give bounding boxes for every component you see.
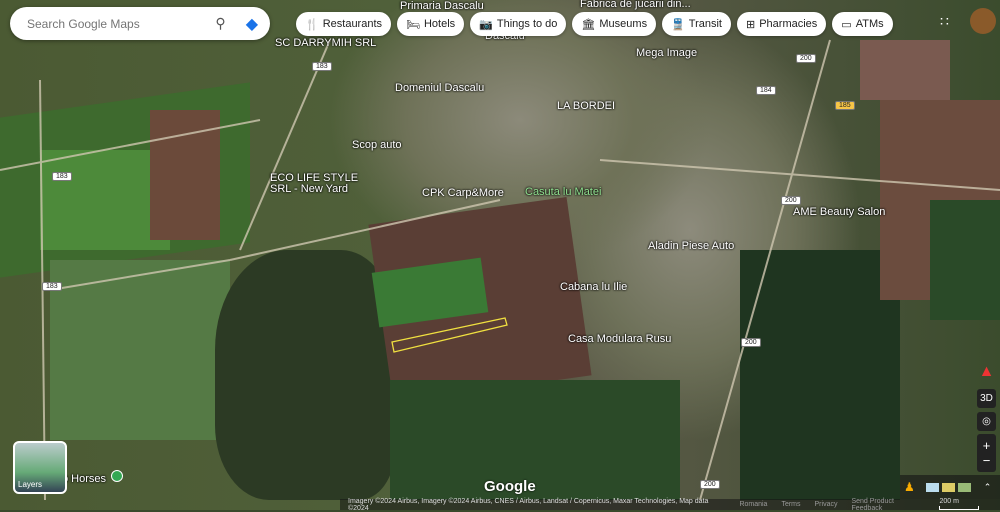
atm-icon: ▭ [841,18,852,31]
zoom-controls: + − [977,434,996,472]
pharmacy-icon: ⊞ [746,18,756,31]
scale-label: 200 m [939,497,959,505]
road-shield: 200 [781,196,801,205]
avatar[interactable] [970,8,996,34]
road-shield: 183 [52,172,72,181]
road-shield: 185 [835,101,855,110]
layer-thumb[interactable] [941,482,955,492]
road-shield: 184 [756,86,776,95]
terms-link[interactable]: Terms [781,501,800,508]
road-shield: 200 [741,338,761,347]
chip-atms[interactable]: ▭ ATMs [832,12,893,36]
chip-label: Restaurants [322,18,383,30]
place-label[interactable]: SRL - New Yard [270,183,348,195]
camera-icon: 📷 [479,18,493,31]
layer-thumb[interactable] [925,482,939,492]
zoom-out-button[interactable]: − [983,453,991,468]
chip-hotels[interactable]: 🛏 Hotels [397,12,465,36]
feedback-link[interactable]: Send Product Feedback [851,498,925,512]
chip-pharmacies[interactable]: ⊞ Pharmacies [737,12,827,36]
chip-label: Transit [688,18,722,30]
road-shield: 183 [42,282,62,291]
place-label[interactable]: Cabana lu Ilie [560,281,627,293]
drawn-area [391,317,508,353]
place-label[interactable]: LA BORDEI [557,100,615,112]
road-shield: 200 [700,480,720,489]
layers-button[interactable]: Layers [13,441,67,494]
place-label[interactable]: Casa Modulara Rusu [568,333,671,345]
place-label[interactable]: Domeniul Dascalu [395,82,484,94]
chip-label: ATMs [855,18,884,30]
place-label[interactable]: AME Beauty Salon [793,206,885,218]
layer-thumb[interactable] [957,482,971,492]
zoom-in-button[interactable]: + [983,438,991,453]
footer: Imagery ©2024 Airbus, Imagery ©2024 Airb… [340,497,1000,512]
place-label[interactable]: Casuta lu Matei [525,186,601,198]
country-link[interactable]: Romania [739,501,767,508]
chip-label: Museums [599,18,648,30]
place-label[interactable]: SC DARRYMIH SRL [275,37,376,49]
place-label[interactable]: Primaria Dascalu [400,0,484,12]
satellite-map[interactable]: Primaria Dascalu Fabrica de jucarii din.… [0,0,1000,510]
place-label[interactable]: CPK Carp&More [422,187,504,199]
place-pin-icon[interactable] [111,470,123,482]
privacy-link[interactable]: Privacy [815,501,838,508]
search-box[interactable]: ⚲ ◆ [10,7,270,40]
roads-layer [0,39,1000,501]
chip-label: Pharmacies [759,18,818,30]
chip-things-to-do[interactable]: 📷 Things to do [470,12,567,36]
pegman-icon[interactable]: ♟ [904,480,915,494]
google-logo: Google [484,478,536,495]
chip-label: Hotels [423,18,456,30]
apps-grid-icon[interactable]: ∷ [940,13,949,30]
chip-restaurants[interactable]: 🍴 Restaurants [296,12,392,36]
place-label[interactable]: Fabrica de jucarii din... [580,0,691,10]
restaurant-icon: 🍴 [305,18,319,31]
road-shield: 200 [796,54,816,63]
train-icon: 🚆 [671,18,685,31]
place-label[interactable]: o Horses [62,473,106,485]
scale-bar[interactable]: 200 m [939,498,1000,512]
chip-label: Things to do [496,18,558,30]
layers-label: Layers [18,480,43,489]
compass-icon[interactable]: ▲ [977,362,996,381]
search-icon[interactable]: ⚲ [215,15,225,32]
3d-button[interactable]: 3D [977,389,996,408]
category-chips: 🍴 Restaurants 🛏 Hotels 📷 Things to do 🏛 Muse… [296,12,893,36]
chip-museums[interactable]: 🏛 Museums [572,12,657,36]
directions-icon[interactable]: ◆ [246,14,258,34]
road-shield: 183 [312,62,332,71]
bottom-tools: ♟ ⌃ [900,475,1000,499]
place-label[interactable]: Mega Image [636,47,697,59]
hotel-icon: 🛏 [406,18,420,31]
museum-icon: 🏛 [581,18,596,31]
place-label[interactable]: Aladin Piese Auto [648,240,734,252]
place-label[interactable]: Scop auto [352,139,402,151]
attribution: Imagery ©2024 Airbus, Imagery ©2024 Airb… [348,497,709,512]
chip-transit[interactable]: 🚆 Transit [662,12,731,36]
search-input[interactable] [27,16,206,31]
my-location-icon[interactable]: ◎ [977,412,996,431]
expand-icon[interactable]: ⌃ [984,482,992,493]
